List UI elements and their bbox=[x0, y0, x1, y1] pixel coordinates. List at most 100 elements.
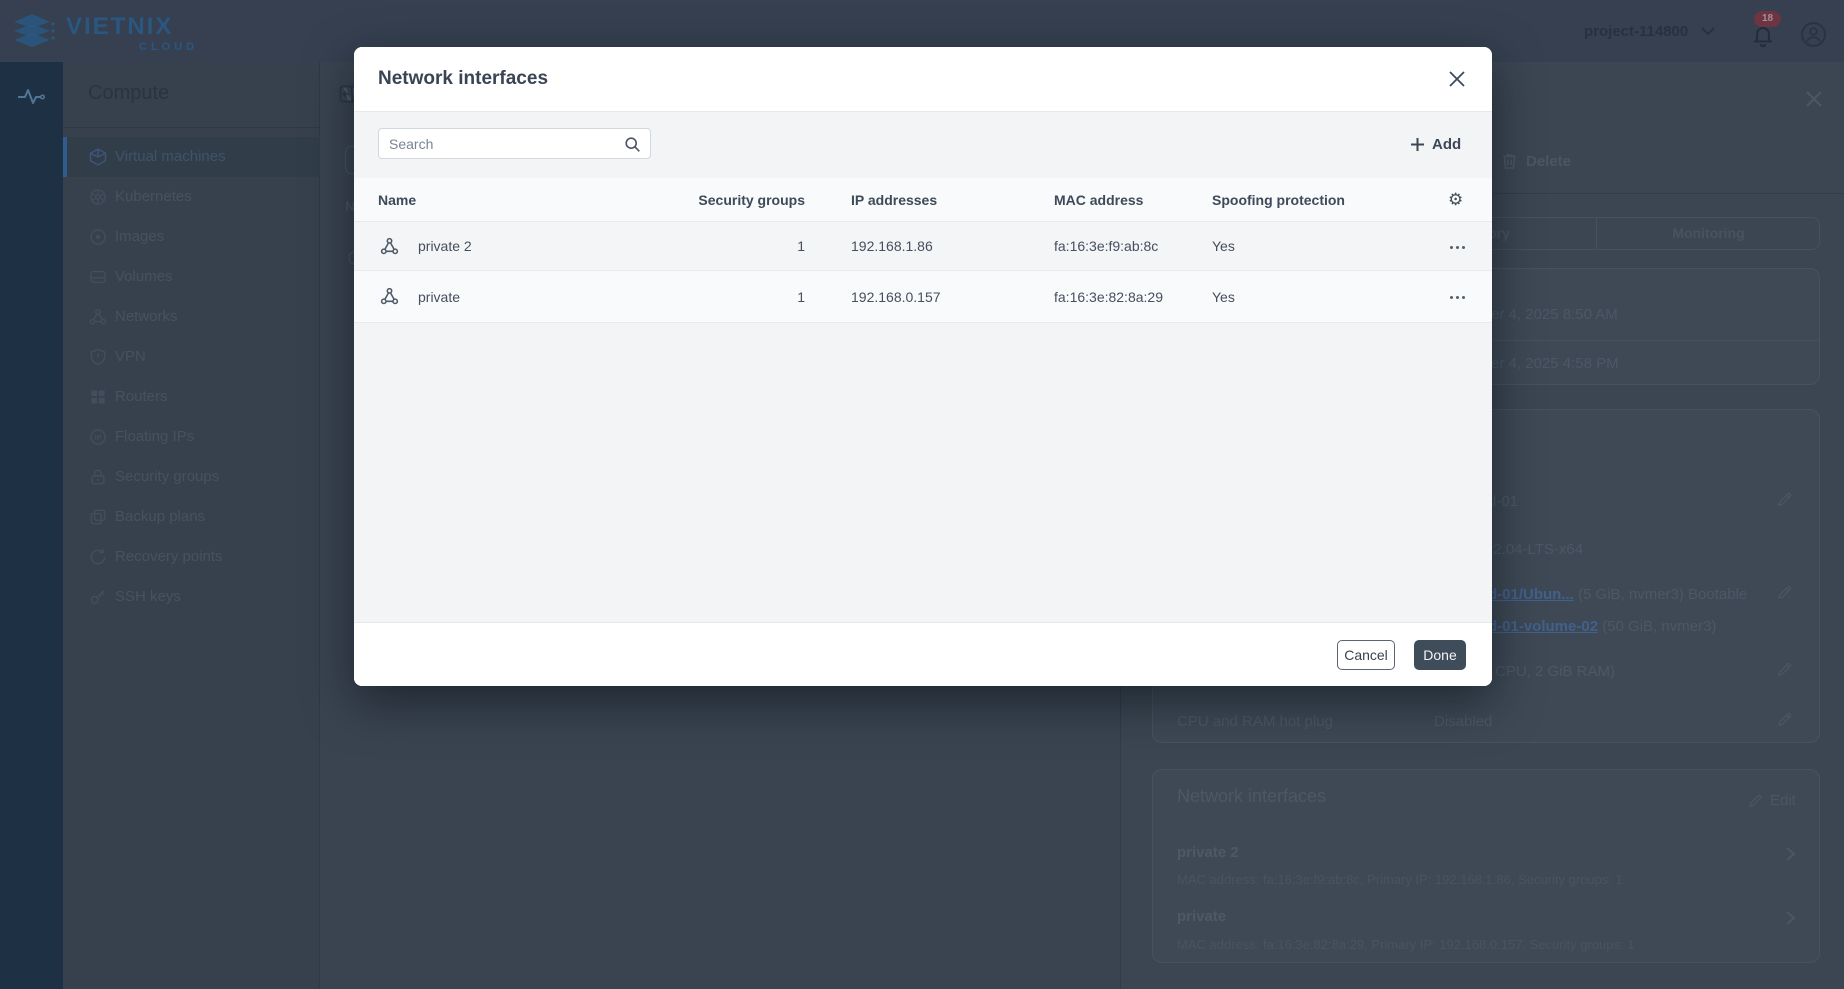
search-icon bbox=[624, 136, 641, 153]
brand-sub: CLOUD bbox=[139, 41, 198, 53]
share-nodes-icon bbox=[88, 307, 108, 327]
column-header-name: Name bbox=[378, 192, 416, 208]
edit-volumes-pencil-icon[interactable] bbox=[1776, 584, 1793, 601]
sidebar-item-label: Volumes bbox=[115, 268, 173, 285]
cancel-button[interactable]: Cancel bbox=[1337, 640, 1395, 670]
table-row[interactable]: private 1 192.168.0.157 fa:16:3e:82:8a:2… bbox=[354, 271, 1492, 323]
sidebar-item-floating-ips[interactable]: IP Floating IPs bbox=[63, 417, 320, 457]
sidebar-item-label: Routers bbox=[115, 388, 168, 405]
column-header-mac-address: MAC address bbox=[1054, 192, 1143, 208]
vm-name-fragment: d-01 bbox=[1488, 493, 1518, 510]
sidebar-item-label: Backup plans bbox=[115, 508, 205, 525]
edit-network-interfaces-button[interactable]: Edit bbox=[1747, 792, 1796, 809]
sidebar-item-label: Recovery points bbox=[115, 548, 223, 565]
sidebar-item-ssh-keys[interactable]: SSH keys bbox=[63, 577, 320, 617]
drawer-interface-meta: MAC address: fa:16:3e:82:8a:29, Primary … bbox=[1177, 937, 1634, 952]
sidebar-item-label: Networks bbox=[115, 308, 178, 325]
sidebar-item-virtual-machines[interactable]: Virtual machines bbox=[63, 137, 320, 177]
volume-2-link-fragment[interactable]: d-01-volume-02 bbox=[1488, 618, 1598, 635]
modal-close-icon[interactable] bbox=[1446, 68, 1470, 92]
restore-icon bbox=[88, 547, 108, 567]
cell-name: private bbox=[418, 289, 460, 305]
volume-1-info: (5 GiB, nvmer3) Bootable bbox=[1574, 586, 1747, 603]
brand-name: VIETNIX bbox=[66, 13, 173, 41]
trash-icon bbox=[1501, 152, 1518, 170]
interface-share-nodes-icon bbox=[379, 286, 400, 307]
vietnix-logo-icon bbox=[10, 10, 56, 52]
helm-icon bbox=[88, 187, 108, 207]
sidebar-item-vpn[interactable]: VPN bbox=[63, 337, 320, 377]
drawer-interface-name: private bbox=[1177, 908, 1226, 925]
vm-flavor-fragment: CPU, 2 GiB RAM) bbox=[1495, 663, 1615, 680]
chevron-right-icon[interactable] bbox=[1783, 910, 1797, 926]
disc-icon bbox=[88, 227, 108, 247]
done-button[interactable]: Done bbox=[1414, 640, 1466, 670]
search-box bbox=[378, 128, 651, 159]
tab-monitoring-label: Monitoring bbox=[1597, 225, 1820, 241]
cell-ip: 192.168.1.86 bbox=[851, 238, 933, 254]
volume-2-info: (50 GiB, nvmer3) bbox=[1598, 618, 1716, 635]
add-interface-button[interactable]: Add bbox=[1410, 132, 1461, 156]
network-interfaces-modal: Network interfaces Add Name Security gro… bbox=[354, 47, 1492, 686]
sidebar-item-label: SSH keys bbox=[115, 588, 181, 605]
sidebar-item-recovery-points[interactable]: Recovery points bbox=[63, 537, 320, 577]
user-avatar-icon[interactable] bbox=[1800, 21, 1827, 48]
table-settings-gear-icon[interactable]: ⚙ bbox=[1448, 191, 1463, 208]
drive-icon bbox=[88, 267, 108, 287]
cell-spoofing: Yes bbox=[1212, 289, 1235, 305]
hotplug-label: CPU and RAM hot plug bbox=[1177, 713, 1333, 730]
cell-spoofing: Yes bbox=[1212, 238, 1235, 254]
sidebar-item-backup-plans[interactable]: Backup plans bbox=[63, 497, 320, 537]
pencil-icon bbox=[1747, 793, 1763, 809]
project-selector[interactable]: project-114800 bbox=[1584, 23, 1688, 40]
drawer-close-icon[interactable] bbox=[1804, 89, 1824, 109]
sidebar-title: Compute bbox=[88, 82, 169, 105]
created-date-fragment: er 4, 2025 8:50 AM bbox=[1491, 306, 1618, 323]
sidebar-item-routers[interactable]: Routers bbox=[63, 377, 320, 417]
network-interfaces-card-title: Network interfaces bbox=[1177, 786, 1326, 807]
chevron-right-icon[interactable] bbox=[1783, 846, 1797, 862]
edit-flavor-pencil-icon[interactable] bbox=[1776, 661, 1793, 678]
sidebar: Compute Virtual machines Kubernetes Imag… bbox=[63, 62, 320, 989]
sidebar-item-label: VPN bbox=[115, 348, 146, 365]
sidebar-item-label: Images bbox=[115, 228, 164, 245]
sidebar-item-security-groups[interactable]: Security groups bbox=[63, 457, 320, 497]
cell-security-groups: 1 bbox=[694, 238, 805, 254]
table-row[interactable]: private 2 1 192.168.1.86 fa:16:3e:f9:ab:… bbox=[354, 222, 1492, 271]
sidebar-item-networks[interactable]: Networks bbox=[63, 297, 320, 337]
grid-icon bbox=[88, 387, 108, 407]
row-actions-kebab-icon[interactable] bbox=[1444, 286, 1470, 308]
modal-header: Network interfaces bbox=[354, 47, 1492, 112]
sidebar-item-volumes[interactable]: Volumes bbox=[63, 257, 320, 297]
vm-volume-2: d-01-volume-02 (50 GiB, nvmer3) bbox=[1488, 618, 1716, 635]
chevron-down-icon[interactable] bbox=[1700, 26, 1716, 36]
tab-monitoring[interactable]: Monitoring bbox=[1597, 217, 1820, 250]
shield-icon bbox=[88, 347, 108, 367]
activity-pulse-icon[interactable] bbox=[17, 86, 45, 106]
drawer-interface-meta: MAC address: fa:16:3e:f9:ab:8c, Primary … bbox=[1177, 872, 1623, 887]
vm-volume-1: d-01/Ubun... (5 GiB, nvmer3) Bootable bbox=[1488, 586, 1747, 603]
drawer-interface-name: private 2 bbox=[1177, 844, 1239, 861]
delete-vm-button[interactable]: Delete bbox=[1501, 152, 1571, 170]
column-header-spoofing-protection: Spoofing protection bbox=[1212, 192, 1345, 208]
edit-label: Edit bbox=[1770, 792, 1796, 809]
table-header-row: Name Security groups IP addresses MAC ad… bbox=[354, 178, 1492, 222]
icon-rail bbox=[0, 62, 63, 989]
cell-ip: 192.168.0.157 bbox=[851, 289, 941, 305]
lock-icon bbox=[88, 467, 108, 487]
search-input[interactable] bbox=[389, 129, 619, 158]
volume-1-link-fragment[interactable]: d-01/Ubun bbox=[1488, 586, 1561, 603]
sidebar-item-label: Kubernetes bbox=[115, 188, 192, 205]
edit-name-pencil-icon[interactable] bbox=[1776, 491, 1793, 508]
hotplug-value: Disabled bbox=[1434, 713, 1492, 730]
add-label: Add bbox=[1432, 136, 1461, 153]
sidebar-item-label: Security groups bbox=[115, 468, 219, 485]
cell-mac: fa:16:3e:f9:ab:8c bbox=[1054, 238, 1158, 254]
notification-badge: 18 bbox=[1754, 11, 1781, 27]
sidebar-header: Compute bbox=[63, 62, 320, 128]
svg-text:IP: IP bbox=[95, 434, 102, 442]
sidebar-item-kubernetes[interactable]: Kubernetes bbox=[63, 177, 320, 217]
row-actions-kebab-icon[interactable] bbox=[1444, 236, 1470, 258]
edit-hotplug-pencil-icon[interactable] bbox=[1776, 711, 1793, 728]
sidebar-item-images[interactable]: Images bbox=[63, 217, 320, 257]
